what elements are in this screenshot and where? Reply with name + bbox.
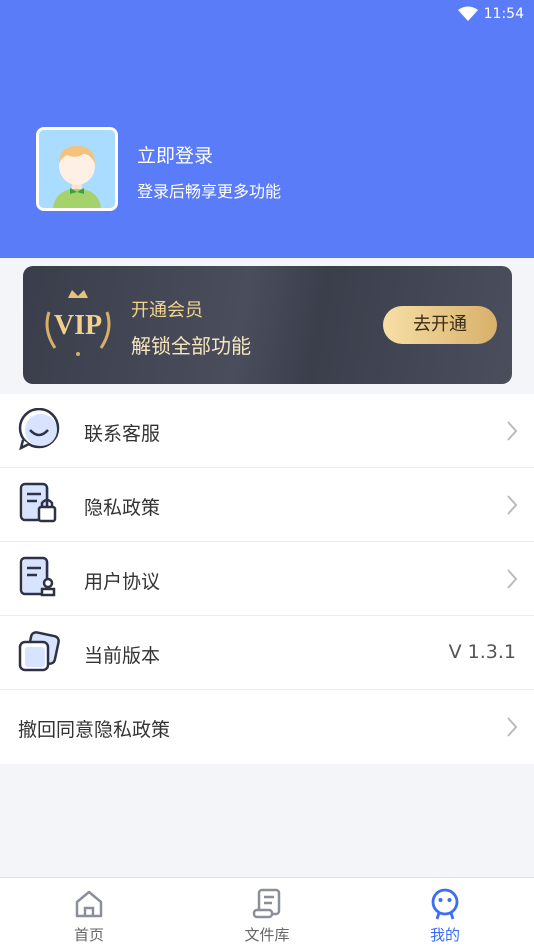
home-icon (75, 890, 103, 918)
vip-card[interactable]: VIP 开通会员 解锁全部功能 去开通 (23, 266, 512, 384)
file-library-icon (252, 888, 281, 919)
wifi-icon (457, 6, 478, 21)
user-agreement-icon (19, 556, 56, 597)
menu-item-customer-service[interactable]: 联系客服 (0, 394, 534, 468)
vip-badge-text: VIP (54, 310, 102, 341)
vip-open-button[interactable]: 去开通 (383, 306, 497, 344)
privacy-lock-icon (19, 482, 57, 523)
avatar-boy-icon (39, 130, 115, 208)
chevron-right-icon (507, 421, 518, 441)
avatar[interactable] (36, 127, 118, 211)
profile-header: 11:54 立即登录 登录后畅享更多功能 (0, 0, 534, 258)
tab-mine[interactable]: 我的 (385, 878, 505, 950)
login-title[interactable]: 立即登录 (137, 141, 213, 168)
menu-item-current-version: 当前版本 V 1.3.1 (0, 616, 534, 690)
menu-label: 撤回同意隐私政策 (18, 719, 171, 741)
chevron-right-icon (507, 495, 518, 515)
bottom-tab-bar: 首页 文件库 我的 (0, 877, 534, 950)
menu-item-privacy-policy[interactable]: 隐私政策 (0, 468, 534, 542)
version-value: V 1.3.1 (448, 641, 516, 663)
login-subtitle: 登录后畅享更多功能 (137, 182, 282, 201)
menu-label: 联系客服 (84, 423, 161, 445)
menu-item-revoke-privacy-consent[interactable]: 撤回同意隐私政策 (0, 690, 534, 764)
chevron-right-icon (507, 569, 518, 589)
mine-icon (431, 888, 459, 920)
menu-label: 用户协议 (84, 571, 161, 593)
tab-home[interactable]: 首页 (29, 878, 149, 950)
version-icon (18, 631, 60, 672)
menu-label: 隐私政策 (84, 497, 161, 519)
chevron-right-icon (507, 717, 518, 737)
status-time: 11:54 (483, 6, 524, 22)
vip-subtitle: 解锁全部功能 (131, 334, 251, 358)
tab-label: 我的 (429, 926, 460, 944)
vip-title: 开通会员 (131, 300, 203, 321)
customer-service-icon (18, 408, 60, 451)
settings-menu: 联系客服 隐私政策 用户协议 当前版本 V 1.3.1 撤回同意隐私政策 (0, 394, 534, 764)
vip-badge-icon: VIP (45, 290, 111, 356)
status-bar: 11:54 (457, 4, 524, 24)
tab-label: 文件库 (244, 926, 290, 944)
menu-label: 当前版本 (84, 645, 161, 667)
menu-item-user-agreement[interactable]: 用户协议 (0, 542, 534, 616)
tab-file-library[interactable]: 文件库 (207, 878, 327, 950)
tab-label: 首页 (73, 926, 104, 944)
